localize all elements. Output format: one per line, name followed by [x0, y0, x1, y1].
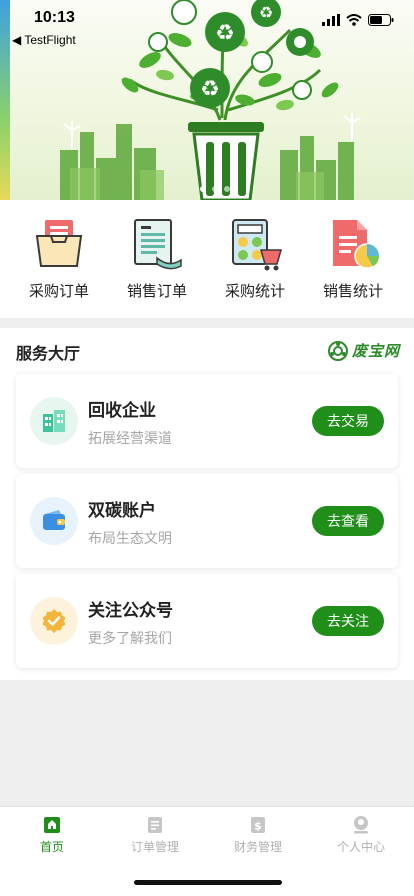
brand-logo: 废宝网	[327, 340, 400, 361]
go-view-button[interactable]: 去查看	[312, 506, 384, 536]
services-section: 服务大厅 废宝网 回收企业 拓展经营渠道 去交易 双碳账户 布局生态文明 去查看…	[0, 328, 414, 680]
status-time: 10:13	[34, 9, 75, 26]
home-icon	[44, 817, 60, 833]
tab-finance-management[interactable]: $ 财务管理	[213, 815, 303, 855]
cellular-signal-icon	[322, 14, 340, 26]
quick-action-purchase-order[interactable]: 采购订单	[14, 216, 104, 310]
carousel-indicator	[200, 186, 230, 192]
back-to-testflight-link[interactable]: ◀ TestFlight	[12, 33, 76, 47]
quick-action-purchase-stats[interactable]: 采购统计	[210, 216, 300, 310]
go-follow-button[interactable]: 去关注	[312, 606, 384, 636]
quick-action-label: 采购订单	[28, 282, 89, 300]
tab-label: 订单管理	[130, 840, 179, 854]
service-card-follow-account[interactable]: 关注公众号 更多了解我们 去关注	[16, 574, 398, 668]
wifi-icon	[346, 14, 362, 26]
card-title: 关注公众号	[88, 601, 173, 621]
tab-order-management[interactable]: 订单管理	[110, 815, 200, 855]
purchase-order-icon	[35, 220, 83, 267]
card-subtitle: 布局生态文明	[88, 531, 172, 547]
status-bar: 10:13 ◀ TestFlight	[0, 0, 414, 50]
finance-icon: $	[251, 817, 265, 833]
wallet-icon	[43, 510, 65, 530]
svg-text:$: $	[254, 820, 262, 833]
quick-action-label: 销售统计	[322, 282, 383, 300]
card-title: 回收企业	[88, 401, 156, 421]
quick-action-label: 销售订单	[126, 282, 187, 300]
badge-check-icon	[42, 609, 66, 633]
tab-label: 首页	[39, 840, 64, 854]
tab-label: 个人中心	[336, 840, 385, 854]
card-title: 双碳账户	[88, 501, 156, 521]
go-trade-button[interactable]: 去交易	[312, 406, 384, 436]
service-card-carbon-account[interactable]: 双碳账户 布局生态文明 去查看	[16, 474, 398, 568]
svg-text:♻: ♻	[200, 77, 220, 102]
tab-label: 财务管理	[233, 840, 282, 854]
service-card-recycling[interactable]: 回收企业 拓展经营渠道 去交易	[16, 374, 398, 468]
order-icon	[148, 817, 162, 833]
carousel-dot	[200, 186, 206, 192]
card-subtitle: 更多了解我们	[88, 631, 172, 647]
card-subtitle: 拓展经营渠道	[88, 431, 172, 447]
services-title: 服务大厅	[16, 344, 81, 363]
tab-home[interactable]: 首页	[7, 815, 97, 855]
sales-stats-icon	[333, 220, 380, 269]
tab-personal-center[interactable]: 个人中心	[316, 815, 406, 855]
battery-icon	[368, 14, 394, 26]
carousel-dot	[224, 186, 230, 192]
status-icons	[322, 14, 394, 26]
quick-action-label: 采购统计	[224, 282, 285, 300]
profile-icon	[354, 816, 368, 834]
brand-name: 废宝网	[351, 342, 400, 360]
purchase-stats-icon	[232, 219, 282, 271]
brand-recycle-icon	[327, 340, 348, 361]
sales-order-icon	[134, 219, 182, 270]
quick-action-sales-order[interactable]: 销售订单	[112, 216, 202, 310]
card-icon-wrap	[30, 497, 78, 545]
building-icon	[43, 410, 65, 432]
card-icon-wrap	[30, 597, 78, 645]
card-icon-wrap	[30, 397, 78, 445]
quick-actions: 采购订单 销售订单 采购统计 销售统计	[0, 200, 414, 318]
carousel-dot	[212, 186, 218, 192]
home-indicator	[134, 880, 282, 885]
quick-action-sales-stats[interactable]: 销售统计	[308, 216, 398, 310]
